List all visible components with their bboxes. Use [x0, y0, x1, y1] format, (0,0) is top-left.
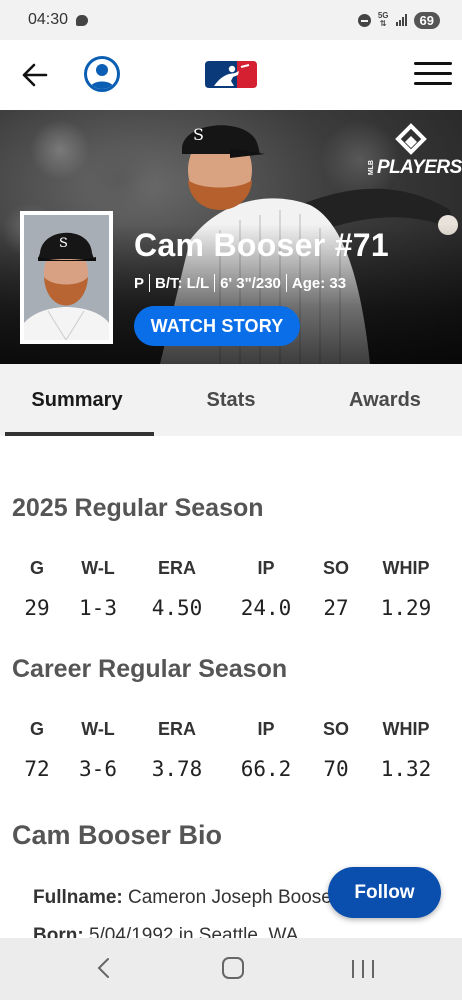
stat-value-g: 72 — [24, 757, 50, 781]
app-header — [0, 40, 462, 110]
stat-value-era: 3.78 — [151, 757, 203, 781]
status-icons: 5G ⇅ 69 — [357, 11, 440, 29]
bio-fullname: Fullname: Cameron Joseph Booser — [33, 887, 338, 909]
nav-back-button[interactable] — [94, 957, 112, 979]
tab-summary[interactable]: Summary — [0, 364, 154, 436]
divider — [149, 274, 151, 292]
player-age: Age: 33 — [291, 274, 347, 292]
player-hero: S MLB PLAYERS S Cam Booser #71 P B/T: L/… — [0, 110, 462, 364]
nav-home-button[interactable] — [222, 957, 244, 979]
chevron-left-icon — [97, 958, 109, 978]
stat-value-g: 29 — [24, 596, 50, 620]
stat-header-so: SO — [322, 719, 350, 739]
status-time: 04:30 — [28, 11, 69, 28]
stat-header-g: G — [29, 719, 45, 739]
bio-title: Cam Booser Bio — [12, 820, 223, 850]
player-details: P B/T: L/L 6' 3"/230 Age: 33 — [134, 274, 346, 292]
profile-button[interactable] — [84, 56, 120, 92]
user-circle-icon — [90, 64, 114, 89]
stat-value-wl: 3-6 — [79, 757, 117, 781]
follow-button[interactable]: Follow — [328, 867, 441, 918]
career-stats-title: Career Regular Season — [12, 655, 288, 683]
bio-fullname-value: Cameron Joseph Booser — [128, 887, 339, 908]
back-button[interactable] — [20, 62, 50, 88]
stat-header-era: ERA — [157, 719, 197, 739]
player-height-weight: 6' 3"/230 — [220, 274, 281, 292]
hamburger-menu-icon — [414, 62, 452, 85]
mlb-players-logo: MLB PLAYERS — [368, 122, 462, 180]
tab-stats[interactable]: Stats — [154, 364, 308, 436]
stat-header-ip: IP — [257, 719, 275, 739]
stat-value-whip: 1.29 — [380, 596, 432, 620]
stat-value-so: 27 — [323, 596, 349, 620]
mlb-logo[interactable] — [205, 61, 257, 88]
stat-header-wl: W-L — [81, 558, 115, 578]
nav-recents-button[interactable] — [352, 960, 374, 978]
player-bats-throws: B/T: L/L — [155, 274, 210, 292]
do-not-disturb-icon — [357, 13, 371, 27]
stat-value-whip: 1.32 — [380, 757, 432, 781]
battery-indicator: 69 — [413, 11, 440, 29]
divider — [214, 274, 216, 292]
season-stats-header: G W-L ERA IP SO WHIP — [0, 558, 462, 588]
season-stats-title: 2025 Regular Season — [12, 494, 264, 522]
network-type: 5G ⇅ — [377, 11, 389, 28]
stat-header-whip: WHIP — [382, 558, 430, 578]
bio-fullname-label: Fullname: — [33, 887, 123, 908]
divider — [285, 274, 287, 292]
season-stats-values: 29 1-3 4.50 24.0 27 1.29 — [0, 596, 462, 626]
stat-value-so: 70 — [323, 757, 349, 781]
hamburger-menu-button[interactable] — [414, 62, 452, 88]
system-nav-bar — [0, 938, 462, 1000]
stat-value-ip: 24.0 — [240, 596, 292, 620]
career-stats-header: G W-L ERA IP SO WHIP — [0, 719, 462, 749]
player-tabs: Summary Stats Awards — [0, 364, 462, 436]
arrow-left-icon — [22, 63, 48, 87]
stat-header-g: G — [29, 558, 45, 578]
signal-icon — [395, 14, 407, 26]
player-position: P — [134, 274, 145, 292]
svg-text:S: S — [193, 125, 204, 144]
stat-header-so: SO — [322, 558, 350, 578]
stat-header-era: ERA — [157, 558, 197, 578]
watch-story-button[interactable]: WATCH STORY — [134, 306, 300, 346]
chat-notification-icon — [76, 14, 89, 26]
tab-awards[interactable]: Awards — [308, 364, 462, 436]
career-stats-values: 72 3-6 3.78 66.2 70 1.32 — [0, 757, 462, 787]
stat-value-ip: 66.2 — [240, 757, 292, 781]
stat-header-wl: W-L — [81, 719, 115, 739]
stat-header-whip: WHIP — [382, 719, 430, 739]
status-bar: 04:30 5G ⇅ 69 — [0, 0, 462, 40]
stat-header-ip: IP — [257, 558, 275, 578]
stat-value-era: 4.50 — [151, 596, 203, 620]
player-name: Cam Booser #71 — [134, 227, 389, 263]
stat-value-wl: 1-3 — [79, 596, 117, 620]
player-headshot: S — [20, 211, 113, 344]
svg-text:S: S — [59, 236, 68, 251]
